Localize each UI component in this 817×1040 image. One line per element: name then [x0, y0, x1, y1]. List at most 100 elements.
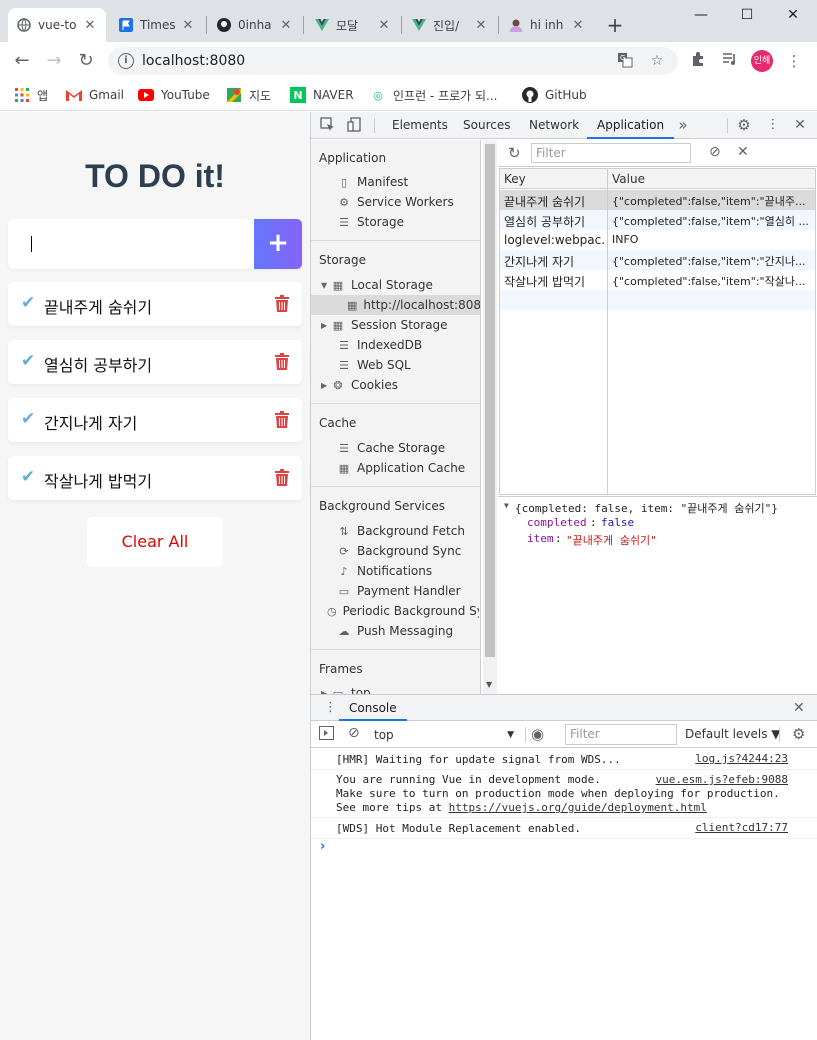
context-select[interactable]: top ▼	[374, 725, 514, 745]
tab-network[interactable]: Network	[529, 112, 579, 139]
table-row[interactable]: 끝내주게 숨쉬기 {"completed":false,"item":"끝내주.…	[500, 190, 815, 210]
profile-avatar[interactable]: 인해	[751, 50, 773, 72]
sidebar-item-periodic-background-sync[interactable]: ◷ Periodic Background Sync	[327, 601, 479, 621]
table-row[interactable]: 간지나게 자기 {"completed":false,"item":"간지나..…	[500, 250, 815, 270]
sidebar-item-storage[interactable]: ☰ Storage	[327, 212, 479, 232]
bookmark-github[interactable]: GitHub	[522, 85, 587, 105]
tab-close-icon[interactable]: ✕	[376, 18, 392, 33]
storage-filter-input[interactable]: Filter	[531, 143, 691, 163]
sidebar-item-cookies[interactable]: ▶ ❂ Cookies	[321, 375, 473, 395]
info-icon[interactable]: i	[118, 53, 134, 69]
table-row[interactable]: loglevel:webpac... INFO	[500, 230, 815, 250]
sidebar-scrollbar[interactable]: ▼	[483, 140, 497, 694]
sidebar-item-web-sql[interactable]: ☰ Web SQL	[327, 355, 479, 375]
tab-close-icon[interactable]: ✕	[473, 18, 489, 33]
sidebar-item-frame-top[interactable]: ▶ ▭ top	[321, 683, 473, 694]
drawer-menu-icon[interactable]: ⋮	[324, 700, 337, 715]
close-drawer-icon[interactable]: ✕	[793, 700, 805, 716]
close-devtools-icon[interactable]: ✕	[792, 117, 808, 133]
sidebar-item-background-sync[interactable]: ⟳ Background Sync	[327, 541, 479, 561]
source-link[interactable]: vue.esm.js?efeb:9088	[656, 773, 788, 786]
scrollbar-thumb[interactable]	[485, 144, 495, 657]
tab-hi-inha[interactable]: hi inh ✕	[500, 8, 594, 42]
table-row[interactable]: 열심히 공부하기 {"completed":false,"item":"열심히 …	[500, 210, 815, 230]
collapsed-triangle-icon[interactable]: ▶	[321, 321, 331, 330]
column-header-value[interactable]: Value	[612, 172, 645, 186]
tab-close-icon[interactable]: ✕	[278, 18, 294, 33]
back-button[interactable]: ←	[10, 49, 34, 73]
settings-gear-icon[interactable]: ⚙	[736, 117, 752, 133]
more-tabs-button[interactable]: »	[675, 117, 691, 133]
check-icon[interactable]: ✔	[21, 294, 39, 312]
sidebar-item-payment-handler[interactable]: ▭ Payment Handler	[327, 581, 479, 601]
collapsed-triangle-icon[interactable]: ▶	[321, 381, 331, 390]
delete-selected-icon[interactable]: ✕	[737, 144, 749, 160]
media-icon[interactable]	[720, 51, 740, 71]
tab-close-icon[interactable]: ✕	[570, 18, 586, 33]
tab-github[interactable]: 0inha ✕	[208, 8, 302, 42]
trash-icon[interactable]	[275, 469, 289, 486]
bookmark-youtube[interactable]: YouTube	[138, 85, 210, 105]
sidebar-item-local-storage[interactable]: ▼ ▦ Local Storage	[321, 275, 473, 295]
sidebar-item-service-workers[interactable]: ⚙ Service Workers	[327, 192, 479, 212]
todo-input[interactable]: +	[8, 219, 302, 269]
clear-all-icon[interactable]: ⊘	[709, 144, 721, 160]
bookmark-gmail[interactable]: Gmail	[66, 85, 124, 105]
device-toolbar-icon[interactable]	[346, 117, 362, 133]
column-header-key[interactable]: Key	[504, 172, 526, 186]
bookmark-maps[interactable]: 지도	[226, 85, 271, 105]
sidebar-item-application-cache[interactable]: ▦ Application Cache	[327, 458, 479, 478]
forward-button[interactable]: →	[42, 49, 66, 73]
sidebar-item-indexeddb[interactable]: ☰ IndexedDB	[327, 335, 479, 355]
docs-link[interactable]: https://vuejs.org/guide/deployment.html	[449, 801, 707, 814]
sidebar-item-notifications[interactable]: ♪ Notifications	[327, 561, 479, 581]
maximize-button[interactable]: ☐	[724, 0, 770, 30]
eye-icon[interactable]: ◉	[531, 725, 544, 743]
console-filter-input[interactable]: Filter	[565, 724, 677, 745]
address-bar[interactable]: i localhost:8080 G ☆	[108, 47, 678, 75]
tab-vue-todo[interactable]: vue-to ✕	[8, 8, 106, 42]
sidebar-item-cache-storage[interactable]: ☰ Cache Storage	[327, 438, 479, 458]
check-icon[interactable]: ✔	[21, 468, 39, 486]
inspect-icon[interactable]	[319, 117, 335, 133]
minimize-button[interactable]: —	[678, 0, 724, 30]
translate-icon[interactable]: G	[616, 52, 634, 70]
kebab-menu-icon[interactable]: ⋮	[765, 117, 781, 133]
trash-icon[interactable]	[275, 295, 289, 312]
tab-console[interactable]: Console	[339, 695, 407, 721]
trash-icon[interactable]	[275, 411, 289, 428]
tab-application[interactable]: Application	[587, 112, 675, 139]
log-levels-dropdown[interactable]: Default levels ▼	[685, 727, 781, 741]
expand-triangle-icon[interactable]: ▼	[504, 501, 509, 510]
source-link[interactable]: client?cd17:77	[695, 821, 788, 834]
sidebar-item-localhost[interactable]: ▦ http://localhost:8080	[311, 295, 480, 315]
check-icon[interactable]: ✔	[21, 410, 39, 428]
console-prompt[interactable]: ›	[320, 839, 325, 854]
trash-icon[interactable]	[275, 353, 289, 370]
check-icon[interactable]: ✔	[21, 352, 39, 370]
star-icon[interactable]: ☆	[648, 52, 666, 70]
bookmark-naver[interactable]: N NAVER	[290, 85, 354, 105]
sidebar-item-background-fetch[interactable]: ⇅ Background Fetch	[327, 521, 479, 541]
sidebar-item-manifest[interactable]: ▯ Manifest	[327, 172, 479, 192]
clear-console-icon[interactable]: ⊘	[348, 725, 360, 741]
tab-modal[interactable]: 모달 ✕	[306, 8, 400, 42]
new-tab-button[interactable]: +	[603, 14, 627, 38]
table-row[interactable]: 작살나게 밥먹기 {"completed":false,"item":"작살나.…	[500, 270, 815, 290]
sidebar-toggle-icon[interactable]	[319, 726, 334, 743]
source-link[interactable]: log.js?4244:23	[695, 752, 788, 765]
scroll-down-arrow-icon[interactable]: ▼	[486, 680, 492, 689]
bookmark-apps[interactable]: 앱	[14, 85, 48, 105]
tab-close-icon[interactable]: ✕	[82, 18, 98, 33]
tab-transition[interactable]: 진입/ ✕	[403, 8, 497, 42]
reload-button[interactable]: ↻	[74, 49, 98, 73]
bookmark-inflearn[interactable]: ◎ 인프런 - 프로가 되...	[370, 85, 497, 105]
extensions-icon[interactable]	[688, 51, 708, 71]
close-window-button[interactable]: ✕	[770, 0, 816, 30]
sidebar-item-session-storage[interactable]: ▶ ▦ Session Storage	[321, 315, 473, 335]
sidebar-item-push-messaging[interactable]: ☁ Push Messaging	[327, 621, 479, 641]
refresh-icon[interactable]: ↻	[508, 144, 521, 162]
tab-sources[interactable]: Sources	[463, 112, 510, 139]
expanded-triangle-icon[interactable]: ▼	[321, 281, 331, 290]
console-settings-gear-icon[interactable]: ⚙	[792, 725, 805, 743]
